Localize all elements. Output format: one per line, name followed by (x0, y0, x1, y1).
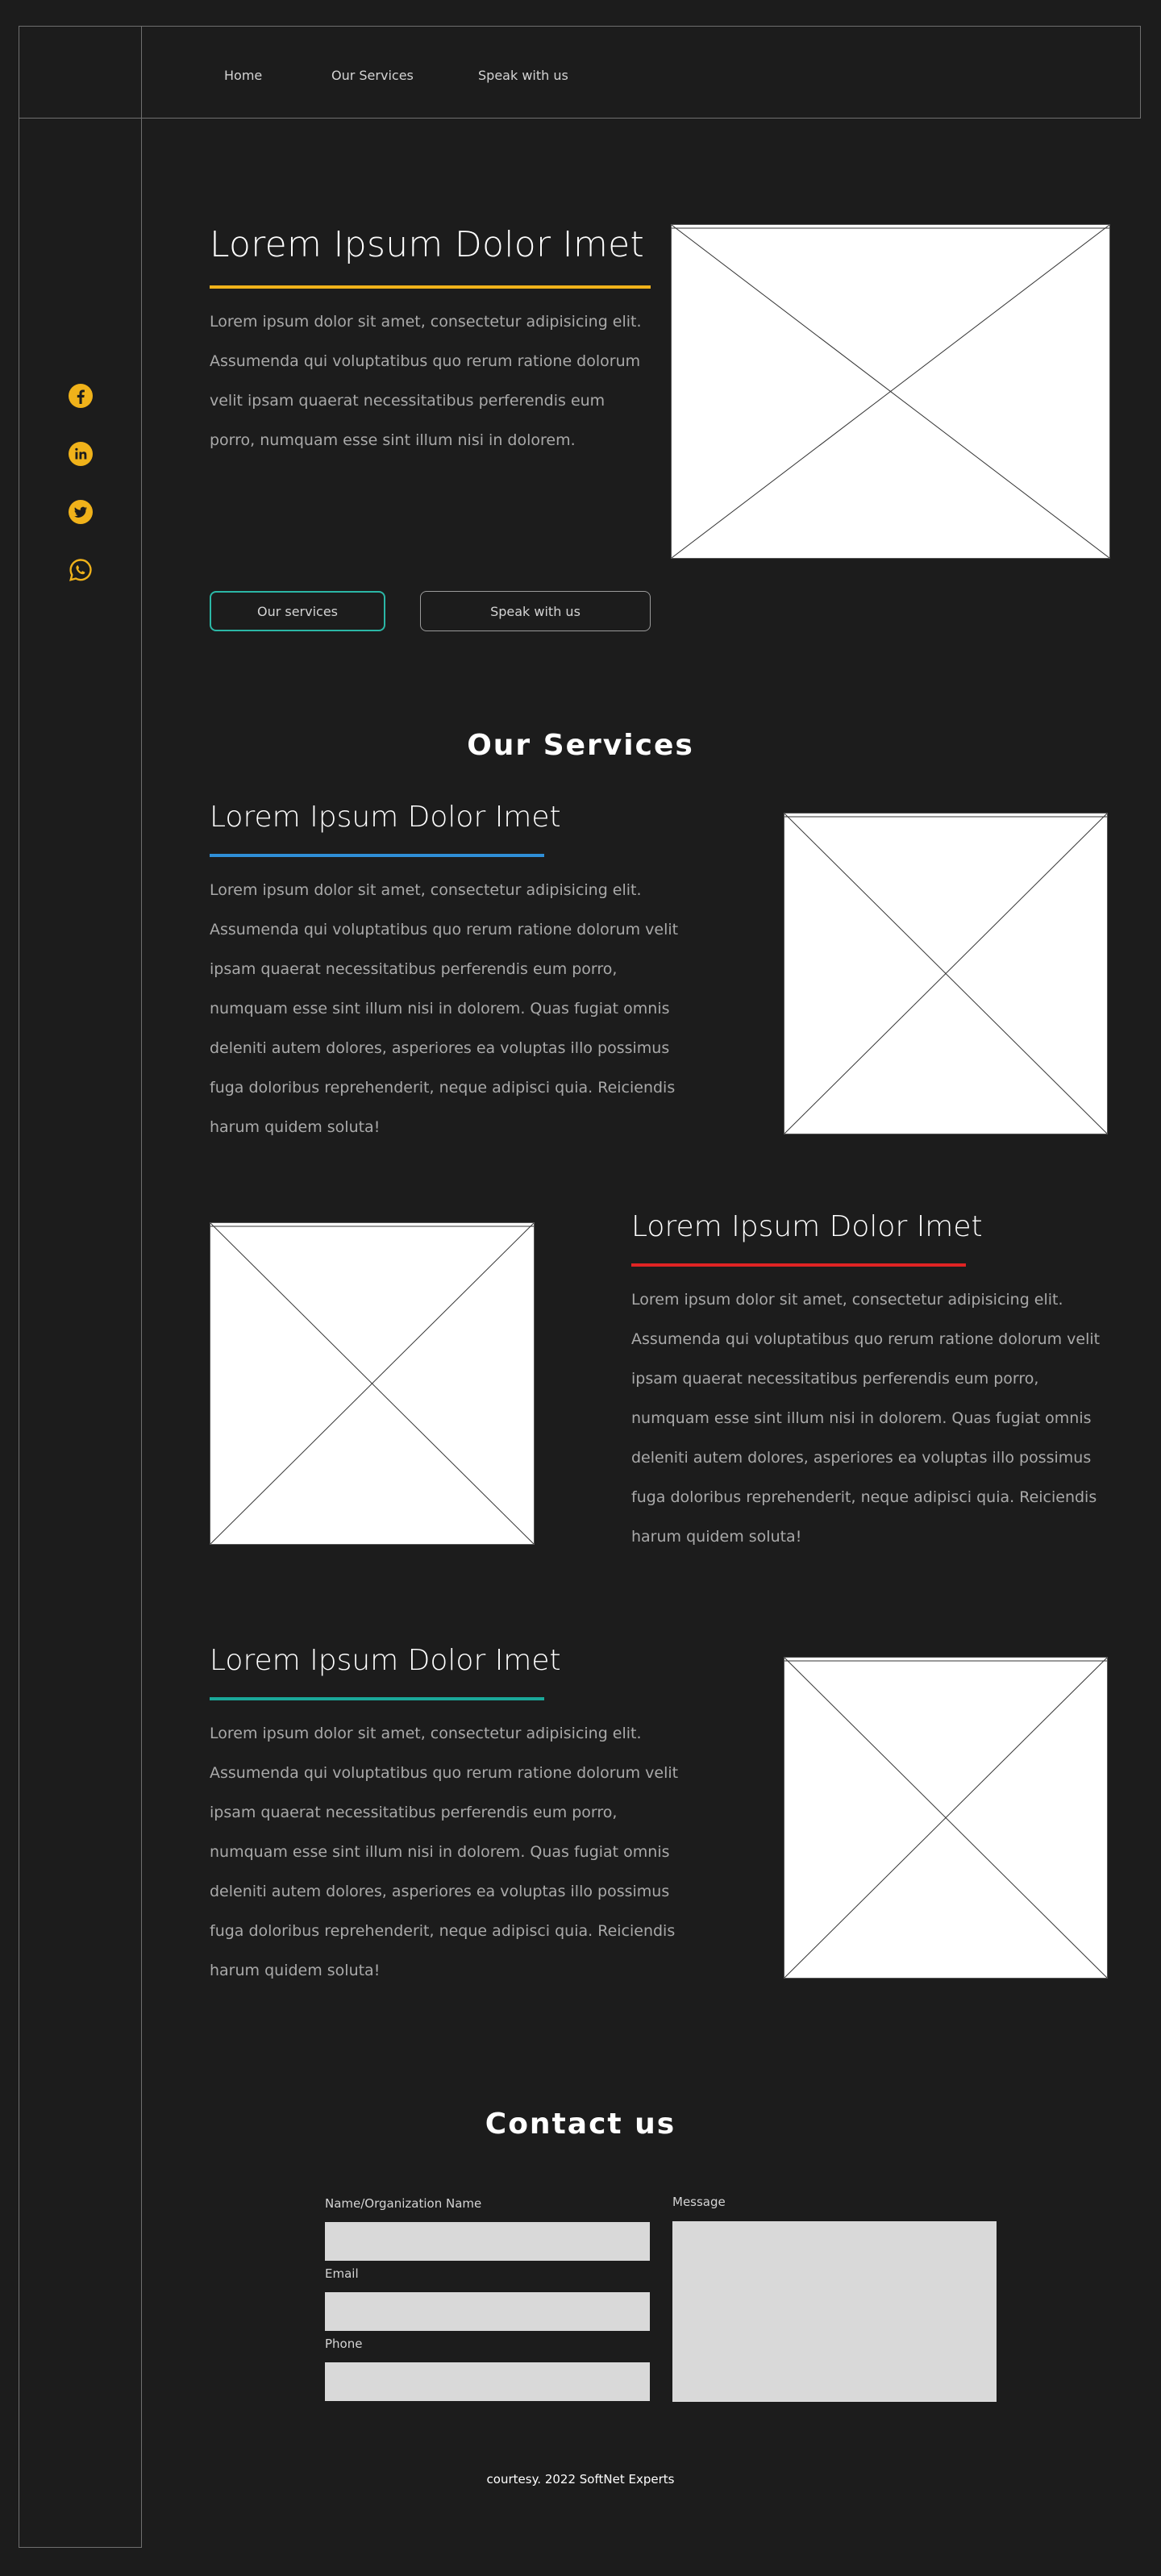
top-nav-bar (19, 26, 1141, 119)
email-label: Email (325, 2266, 359, 2281)
footer-text: courtesy. 2022 SoftNet Experts (486, 2472, 675, 2487)
service-2-title: Lorem Ipsum Dolor Imet (631, 1210, 983, 1243)
contact-heading: Contact us (485, 2108, 676, 2141)
whatsapp-icon[interactable] (68, 557, 94, 583)
twitter-icon[interactable] (68, 499, 94, 525)
services-heading: Our Services (467, 729, 694, 762)
phone-label: Phone (325, 2337, 363, 2351)
service-1-underline (210, 854, 544, 857)
nav-home-link[interactable]: Home (224, 68, 262, 83)
phone-field[interactable] (325, 2362, 650, 2401)
service-3-image-placeholder (784, 1657, 1108, 1979)
service-3-paragraph: Lorem ipsum dolor sit amet, consectetur … (210, 1725, 679, 1979)
message-field[interactable] (672, 2221, 997, 2402)
service-1-paragraph: Lorem ipsum dolor sit amet, consectetur … (210, 881, 679, 1136)
hero-title: Lorem Ipsum Dolor Imet (210, 224, 645, 265)
message-label: Message (672, 2195, 726, 2209)
service-1-image-placeholder (784, 813, 1108, 1134)
service-2-image-placeholder (210, 1222, 535, 1545)
service-2-underline (631, 1263, 966, 1267)
nav-our-services-link[interactable]: Our Services (331, 68, 414, 83)
facebook-icon[interactable] (68, 383, 94, 409)
name-label: Name/Organization Name (325, 2196, 482, 2211)
linkedin-icon[interactable] (68, 441, 94, 467)
service-1-title: Lorem Ipsum Dolor Imet (210, 801, 561, 834)
email-field[interactable] (325, 2292, 650, 2331)
hero-image-placeholder (671, 224, 1110, 559)
speak-with-us-button[interactable]: Speak with us (420, 591, 651, 631)
service-3-underline (210, 1697, 544, 1700)
hero-paragraph: Lorem ipsum dolor sit amet, consectetur … (210, 313, 642, 449)
service-2-paragraph: Lorem ipsum dolor sit amet, consectetur … (631, 1291, 1101, 1546)
service-3-title: Lorem Ipsum Dolor Imet (210, 1644, 561, 1677)
hero-title-underline (210, 285, 651, 289)
nav-speak-with-us-link[interactable]: Speak with us (478, 68, 568, 83)
name-field[interactable] (325, 2222, 650, 2261)
our-services-button[interactable]: Our services (210, 591, 385, 631)
